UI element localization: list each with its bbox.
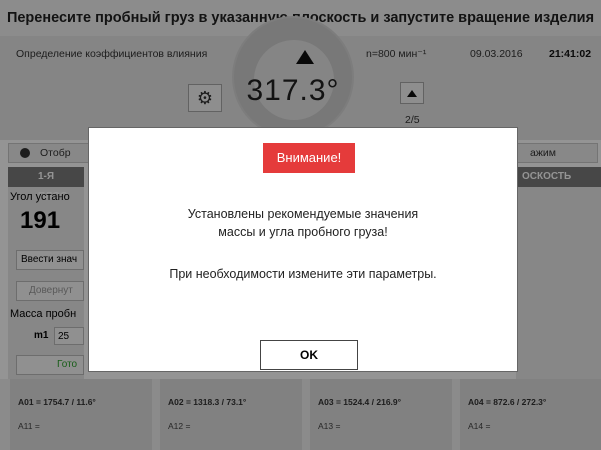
message-line-2: массы и угла пробного груза! <box>218 225 388 239</box>
message-line-3: При необходимости измените эти параметры… <box>169 267 437 281</box>
ok-button[interactable]: OK <box>260 340 358 370</box>
message-line-1: Установлены рекомендуемые значения <box>187 207 419 221</box>
dialog-message: Установлены рекомендуемые значения массы… <box>89 207 517 239</box>
attention-dialog: Внимание! Установлены рекомендуемые знач… <box>88 127 518 372</box>
dialog-title: Внимание! <box>263 143 355 173</box>
